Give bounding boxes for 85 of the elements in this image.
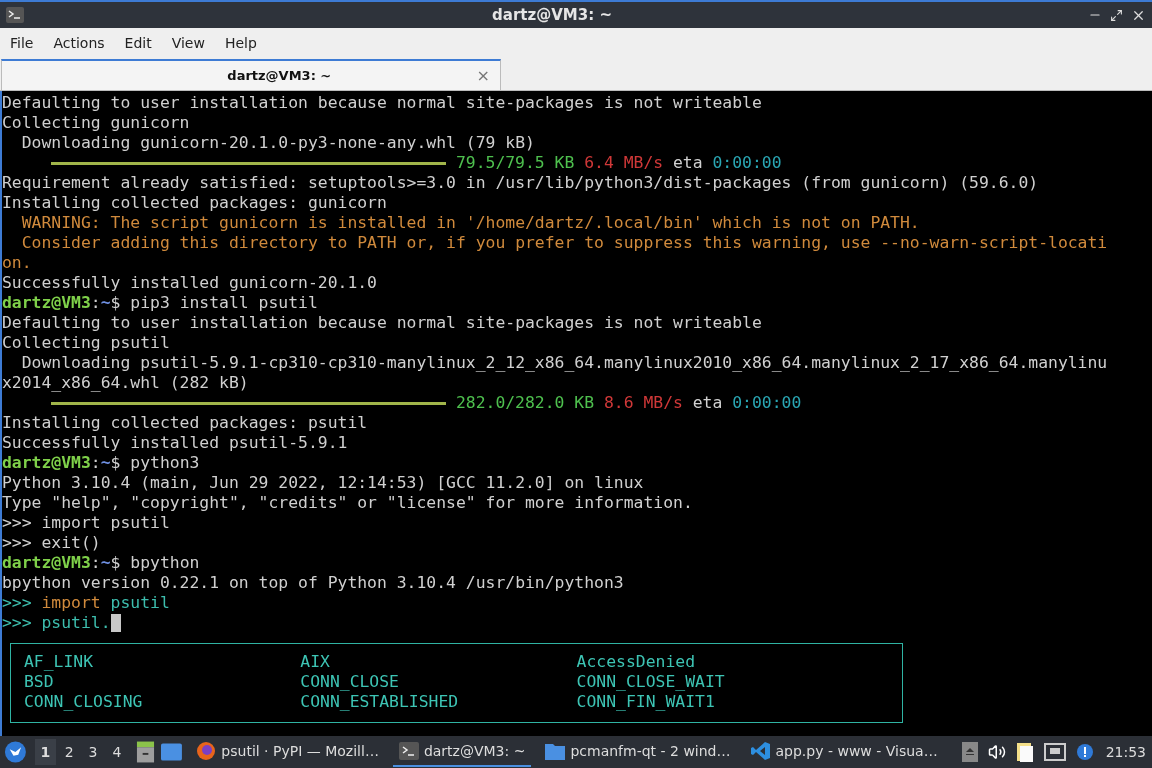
completion-item[interactable]: AF_LINK bbox=[24, 652, 301, 672]
terminal-text: ~ bbox=[100, 453, 111, 473]
completion-item[interactable]: CONN_CLOSE_WAIT bbox=[576, 672, 853, 692]
terminal-text: Downloading psutil-5.9.1-cp310-cp310-manylinux_2_12_x86_64.manylinux2010_x86_64.manylinux_2_17_x86_64.manylinu bbox=[20, 353, 1108, 373]
terminal-text: eta bbox=[673, 153, 703, 173]
terminal-text: $ pip3 install psutil bbox=[110, 293, 318, 313]
terminal-tab[interactable]: dartz@VM3: ~ × bbox=[1, 59, 501, 90]
terminal-text: : bbox=[90, 293, 101, 313]
desktop-switch[interactable]: 2 bbox=[58, 739, 80, 765]
clock[interactable]: 21:53 bbox=[1105, 744, 1146, 760]
terminal-text: Requirement already satisfied: setuptools>=3.0 in /usr/lib/python3/dist-packages (from gunicorn) (59.6.0) bbox=[2, 173, 1039, 193]
terminal-text: import bbox=[40, 593, 101, 613]
terminal-text: $ bpython bbox=[110, 553, 200, 573]
terminal-text: bpython version 0.22.1 on top of Python 3.10.4 /usr/bin/python3 bbox=[2, 573, 624, 593]
terminal-text: dartz@VM3 bbox=[2, 553, 91, 573]
code-editor-icon bbox=[750, 741, 771, 761]
terminal-text: >>> exit() bbox=[2, 533, 101, 553]
terminal-text: WARNING: The script gunicorn is installed in '/home/dartz/.local/bin' which is not on PATH. bbox=[20, 213, 920, 233]
network-icon[interactable] bbox=[1043, 743, 1066, 761]
terminal-text: >>> import psutil bbox=[2, 513, 170, 533]
terminal-text: $ python3 bbox=[110, 453, 200, 473]
menu-item[interactable]: Help bbox=[218, 35, 263, 51]
terminal-text: x2014_x86_64.whl (282 kB) bbox=[2, 373, 249, 393]
completion-item[interactable]: CONN_CLOSE bbox=[300, 672, 577, 692]
completion-item[interactable]: AccessDenied bbox=[576, 652, 853, 672]
completion-item[interactable]: CONN_FIN_WAIT1 bbox=[576, 692, 853, 712]
terminal-text: : bbox=[90, 453, 101, 473]
desktop-switch[interactable]: 1 bbox=[34, 739, 56, 765]
terminal-text: psutil. bbox=[40, 613, 111, 633]
terminal-text: Installing collected packages: gunicorn bbox=[2, 193, 387, 213]
terminal-text: dartz@VM3 bbox=[2, 293, 91, 313]
terminal-text: Defaulting to user installation because normal site-packages is not writeable bbox=[2, 93, 762, 113]
terminal-text: Collecting psutil bbox=[2, 333, 170, 353]
desktop-switch[interactable]: 4 bbox=[106, 739, 128, 765]
terminal-text: psutil bbox=[109, 593, 170, 613]
terminal-text: 8.6 MB/s bbox=[603, 393, 683, 413]
terminal-text: ~ bbox=[100, 553, 111, 573]
browser-icon bbox=[196, 741, 217, 761]
terminal-text: 282.0/282.0 KB bbox=[455, 393, 595, 413]
desktop-icon[interactable] bbox=[161, 743, 183, 761]
completion-item[interactable]: CONN_CLOSING bbox=[24, 692, 301, 712]
terminal-text: : bbox=[90, 553, 101, 573]
clipboard-icon[interactable] bbox=[1015, 741, 1034, 763]
terminal-text: Successfully installed psutil-5.9.1 bbox=[2, 433, 348, 453]
start-menu-icon[interactable] bbox=[4, 740, 27, 764]
completion-item[interactable]: AIX bbox=[300, 652, 577, 672]
close-icon[interactable]: × bbox=[476, 66, 490, 85]
terminal-text: Consider adding this directory to PATH or, if you prefer to suppress this warning, use --no-warn-script-locati bbox=[20, 233, 1108, 253]
menu-item[interactable]: File bbox=[4, 35, 40, 51]
notification-icon[interactable] bbox=[1075, 743, 1094, 761]
terminal-text: 0:00:00 bbox=[732, 393, 802, 413]
terminal-text: >>> bbox=[2, 613, 32, 633]
terminal-text: 0:00:00 bbox=[712, 153, 782, 173]
terminal-text: dartz@VM3 bbox=[2, 453, 91, 473]
terminal-text: >>> bbox=[2, 593, 32, 613]
terminal-text: Type "help", "copyright", "credits" or "license" for more information. bbox=[2, 493, 693, 513]
terminal-text: 6.4 MB/s bbox=[584, 153, 664, 173]
terminal-text: Downloading gunicorn-20.1.0-py3-none-any.whl (79 kB) bbox=[20, 133, 535, 153]
terminal-text: on. bbox=[2, 253, 32, 273]
completion-item[interactable]: BSD bbox=[24, 672, 301, 692]
terminal-text: Collecting gunicorn bbox=[2, 113, 190, 133]
terminal-text: Installing collected packages: psutil bbox=[2, 413, 368, 433]
terminal-text: Successfully installed gunicorn-20.1.0 bbox=[2, 273, 377, 293]
taskbar-task[interactable]: dartz@VM3: ~ bbox=[392, 737, 532, 767]
terminal-icon bbox=[398, 742, 419, 760]
folder-icon bbox=[545, 742, 566, 760]
taskbar-task[interactable]: psutil · PyPI — Mozill… bbox=[190, 737, 385, 767]
maximize-icon[interactable] bbox=[1110, 8, 1123, 22]
volume-icon[interactable] bbox=[987, 743, 1006, 761]
terminal-text: ~ bbox=[100, 293, 111, 313]
eject-icon[interactable] bbox=[961, 742, 978, 762]
terminal-text: eta bbox=[692, 393, 723, 413]
menu-item[interactable]: Actions bbox=[47, 35, 111, 51]
terminal-text: 79.5/79.5 KB bbox=[455, 153, 575, 173]
menu-item[interactable]: Edit bbox=[118, 35, 158, 51]
window-title: dartz@VM3: ~ bbox=[491, 6, 613, 24]
desktop-switch[interactable]: 3 bbox=[82, 739, 104, 765]
taskbar-task[interactable]: pcmanfm-qt - 2 wind… bbox=[539, 737, 737, 767]
terminal-icon bbox=[6, 7, 24, 23]
completion-item[interactable]: CONN_ESTABLISHED bbox=[300, 692, 577, 712]
terminal-text: Defaulting to user installation because normal site-packages is not writeable bbox=[2, 313, 762, 333]
menu-item[interactable]: View bbox=[165, 35, 211, 51]
file-cabinet-icon[interactable] bbox=[136, 741, 156, 763]
terminal-text: Python 3.10.4 (main, Jun 29 2022, 12:14:53) [GCC 11.2.0] on linux bbox=[2, 473, 644, 493]
taskbar-task[interactable]: app.py - www - Visua… bbox=[744, 737, 944, 767]
